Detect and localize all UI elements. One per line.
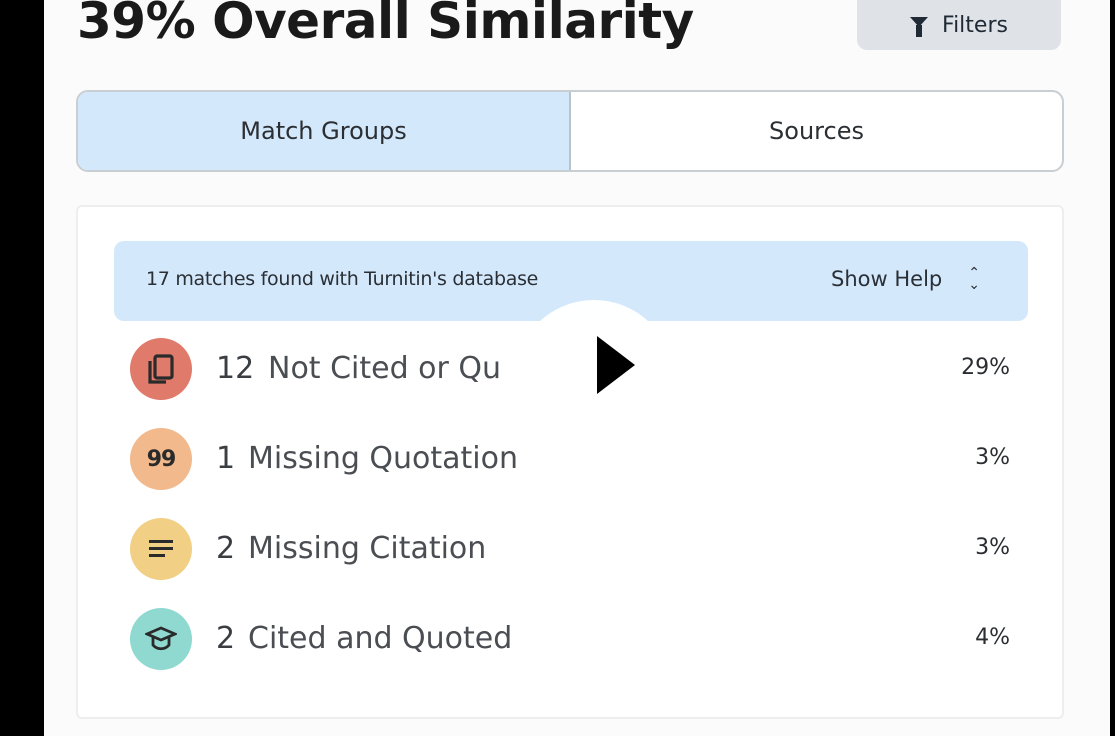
expand-collapse-icon: ⌃ ⌄ bbox=[968, 265, 980, 293]
quote-icon: 99 bbox=[130, 428, 192, 490]
pages-icon bbox=[130, 338, 192, 400]
group-percent: 3% bbox=[975, 445, 1010, 470]
lines-icon bbox=[130, 518, 192, 580]
show-help-button[interactable]: Show Help ⌃ ⌄ bbox=[831, 265, 980, 293]
filters-label: Filters bbox=[942, 12, 1008, 38]
group-percent: 29% bbox=[961, 355, 1010, 380]
show-help-label: Show Help bbox=[831, 267, 943, 291]
view-tabs: Match Groups Sources bbox=[76, 90, 1064, 172]
group-count: 2 bbox=[216, 531, 236, 566]
group-label: Missing Quotation bbox=[248, 441, 518, 476]
group-label: Cited and Quoted bbox=[248, 621, 513, 656]
page-title: 39% Overall Similarity bbox=[77, 0, 694, 50]
group-count: 12 bbox=[216, 351, 255, 386]
group-count: 1 bbox=[216, 441, 236, 476]
video-play-button[interactable] bbox=[514, 300, 674, 460]
match-group-row[interactable]: 2 Missing Citation 3% bbox=[130, 518, 1010, 582]
filters-button[interactable]: Filters bbox=[857, 0, 1061, 50]
group-label: Not Cited or Qu bbox=[268, 351, 502, 386]
graduation-cap-icon bbox=[130, 608, 192, 670]
match-group-row[interactable]: 2 Cited and Quoted 4% bbox=[130, 608, 1010, 672]
play-icon[interactable] bbox=[597, 336, 635, 394]
group-percent: 3% bbox=[975, 535, 1010, 560]
group-percent: 4% bbox=[975, 625, 1010, 650]
filter-icon bbox=[910, 17, 929, 37]
matches-found-text: 17 matches found with Turnitin's databas… bbox=[146, 268, 539, 290]
match-groups-card: 17 matches found with Turnitin's databas… bbox=[76, 205, 1064, 719]
group-label: Missing Citation bbox=[248, 531, 487, 566]
similarity-panel: 39% Overall Similarity Filters Match Gro… bbox=[44, 0, 1110, 736]
tab-match-groups[interactable]: Match Groups bbox=[78, 92, 571, 170]
group-count: 2 bbox=[216, 621, 236, 656]
tab-sources[interactable]: Sources bbox=[571, 92, 1062, 170]
